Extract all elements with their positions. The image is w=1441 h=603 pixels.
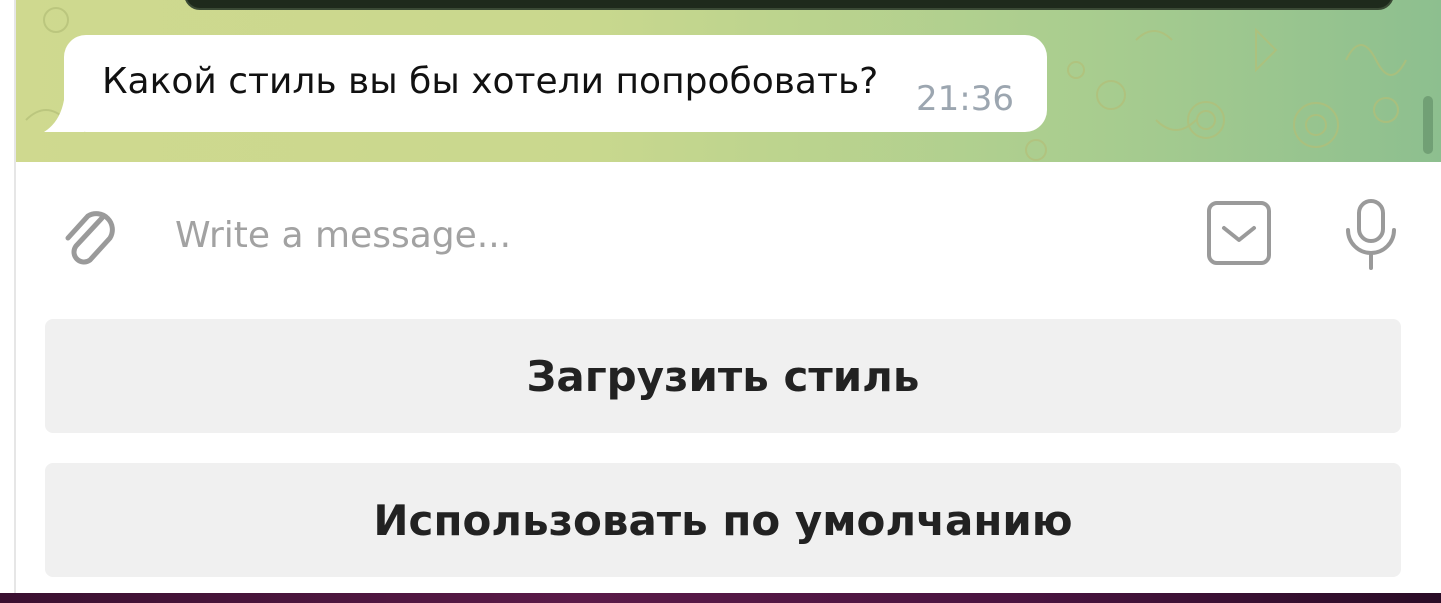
upload-style-button[interactable]: Загрузить стиль	[45, 319, 1401, 433]
message-time: 21:36	[916, 79, 1014, 119]
desktop-background-strip	[0, 593, 1441, 603]
window-right-border	[1437, 162, 1441, 593]
paperclip-icon[interactable]	[58, 200, 122, 272]
incoming-message-bubble[interactable]: Какой стиль вы бы хотели попробовать? 21…	[64, 35, 1047, 132]
message-composer	[18, 162, 1441, 304]
message-text: Какой стиль вы бы хотели попробовать?	[102, 61, 879, 102]
use-default-label: Использовать по умолчанию	[373, 495, 1073, 545]
upload-style-label: Загрузить стиль	[526, 351, 920, 401]
chat-scrollbar[interactable]	[1423, 96, 1433, 154]
use-default-button[interactable]: Использовать по умолчанию	[45, 463, 1401, 577]
window-left-border	[0, 0, 16, 603]
message-input[interactable]	[173, 206, 1177, 264]
keyboard-toggle-icon[interactable]	[1206, 200, 1272, 266]
previous-photo-message[interactable]	[184, 0, 1394, 10]
microphone-icon[interactable]	[1340, 198, 1402, 270]
chat-history[interactable]: Какой стиль вы бы хотели попробовать? 21…	[16, 0, 1441, 162]
